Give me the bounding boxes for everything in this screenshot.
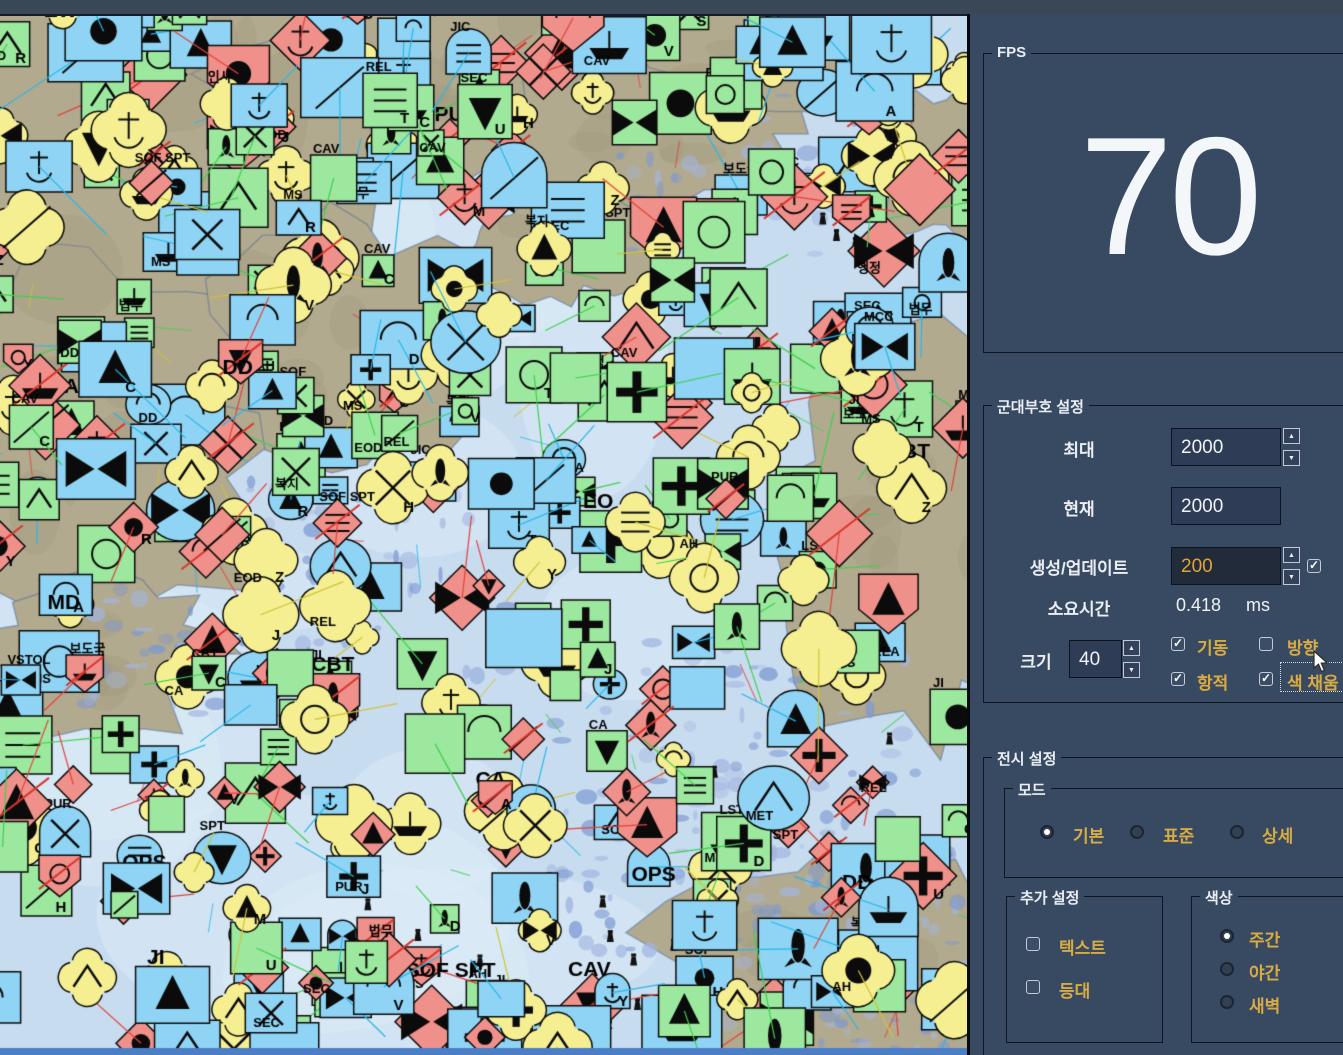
update-spin-down-button[interactable]: ▼ (1283, 569, 1300, 585)
current-label: 현재 (994, 495, 1164, 520)
track-checkbox-label[interactable]: 항적 (1197, 669, 1228, 694)
maneuver-checkbox-label[interactable]: 기동 (1197, 634, 1228, 659)
mode-basic-label[interactable]: 기본 (1073, 822, 1104, 847)
max-spinbox[interactable]: 2000 (1171, 428, 1281, 466)
update-label: 생성/업데이트 (994, 554, 1164, 579)
extra-settings-title: 추가 설정 (1015, 887, 1084, 908)
current-field[interactable]: 2000 (1171, 487, 1281, 525)
symbol-settings-title: 군대부호 설정 (992, 396, 1089, 417)
app-window: FPS 70 군대부호 설정 최대 2000 ▲ ▼ 현재 2000 생성/업데… (0, 0, 1343, 1055)
elapsed-unit: ms (1246, 595, 1270, 616)
color-fill-checkbox[interactable] (1259, 672, 1273, 686)
mode-detail-label[interactable]: 상세 (1262, 822, 1293, 847)
color-scheme-title: 색상 (1200, 887, 1238, 908)
color-night-label[interactable]: 야간 (1249, 959, 1280, 984)
max-label: 최대 (994, 436, 1164, 461)
text-checkbox-label[interactable]: 텍스트 (1059, 934, 1106, 959)
elapsed-label: 소요시간 (994, 595, 1164, 620)
color-day-label[interactable]: 주간 (1249, 926, 1280, 951)
size-label: 크기 (994, 648, 1078, 673)
mode-group: 모드 기본 표준 상세 (1004, 788, 1343, 878)
fps-group-title: FPS (992, 44, 1031, 61)
map-canvas[interactable] (0, 14, 967, 1055)
mode-detail-radio[interactable] (1230, 825, 1244, 839)
fps-group: FPS 70 (983, 53, 1343, 353)
size-spin-up-button[interactable]: ▲ (1123, 640, 1140, 656)
control-panel: FPS 70 군대부호 설정 최대 2000 ▲ ▼ 현재 2000 생성/업데… (970, 14, 1343, 1055)
update-checkbox[interactable] (1307, 559, 1321, 573)
fps-value: 70 (984, 104, 1343, 289)
direction-checkbox[interactable] (1259, 637, 1273, 651)
lighthouse-checkbox-label[interactable]: 등대 (1059, 977, 1090, 1002)
mode-group-title: 모드 (1013, 779, 1051, 800)
color-dawn-radio[interactable] (1220, 995, 1234, 1009)
track-checkbox[interactable] (1171, 672, 1185, 686)
color-scheme-group: 색상 주간 야간 새벽 (1191, 896, 1343, 1043)
display-settings-title: 전시 설정 (992, 748, 1061, 769)
display-settings-group: 전시 설정 모드 기본 표준 상세 추가 설정 텍스트 등대 색상 주간 (983, 757, 1343, 1055)
elapsed-value: 0.418 (1176, 595, 1221, 616)
max-spin-up-button[interactable]: ▲ (1283, 428, 1300, 444)
update-spin-up-button[interactable]: ▲ (1283, 547, 1300, 563)
update-spinbox[interactable]: 200 (1171, 547, 1281, 585)
mode-standard-label[interactable]: 표준 (1163, 822, 1194, 847)
lighthouse-checkbox[interactable] (1026, 980, 1040, 994)
size-spin-down-button[interactable]: ▼ (1123, 662, 1140, 678)
maneuver-checkbox[interactable] (1171, 637, 1185, 651)
color-dawn-label[interactable]: 새벽 (1249, 992, 1280, 1017)
max-spin-down-button[interactable]: ▼ (1283, 450, 1300, 466)
symbol-settings-group: 군대부호 설정 최대 2000 ▲ ▼ 현재 2000 생성/업데이트 200 … (983, 405, 1343, 703)
color-night-radio[interactable] (1220, 962, 1234, 976)
extra-settings-group: 추가 설정 텍스트 등대 (1006, 896, 1163, 1043)
mouse-cursor-icon (1312, 650, 1330, 674)
color-day-radio[interactable] (1220, 929, 1234, 943)
mode-standard-radio[interactable] (1130, 825, 1144, 839)
mode-basic-radio[interactable] (1040, 825, 1054, 839)
size-spinbox[interactable]: 40 (1069, 640, 1122, 678)
text-checkbox[interactable] (1026, 937, 1040, 951)
